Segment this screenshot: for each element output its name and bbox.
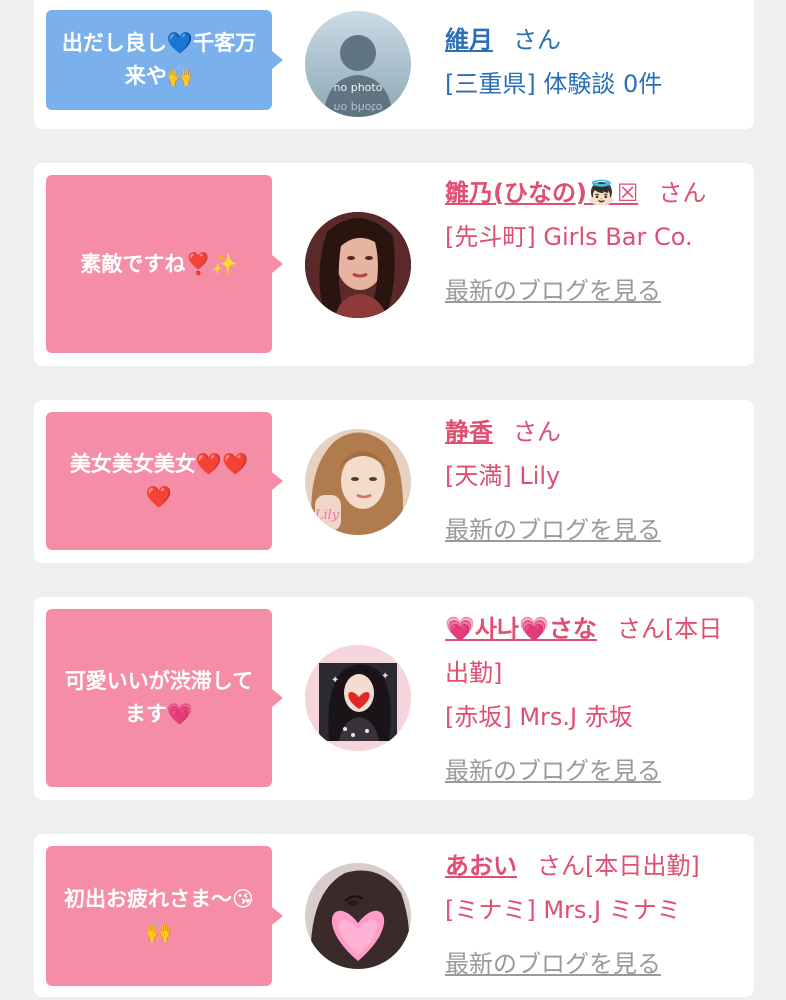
user-name-link[interactable]: あおい: [445, 852, 517, 880]
message-card: 美女美女美女❤️❤️❤️ Lily 静香 さん [天満] Lily 最新のブログを…: [34, 400, 754, 563]
user-info: 雛乃(ひなの)👼🏻☒ さん [先斗町] Girls Bar Co. 最新のブログを…: [445, 171, 741, 313]
user-info: 💗사나💗さな さん[本日出勤] [赤坂] Mrs.J 赤坂 最新のブログを見る: [445, 607, 741, 793]
svg-text:no photo: no photo: [334, 81, 383, 94]
shop-info: [三重県] 体験談 0件: [445, 70, 663, 98]
user-name-link[interactable]: 雛乃(ひなの)👼🏻☒: [445, 179, 638, 207]
latest-blog-link[interactable]: 最新のブログを見る: [445, 508, 661, 552]
avatar[interactable]: Lily: [305, 429, 411, 535]
message-text: 美女美女美女❤️❤️❤️: [69, 452, 249, 509]
no-photo-icon: no photo no photo: [305, 11, 411, 117]
shop-info: [赤坂] Mrs.J 赤坂: [445, 703, 633, 731]
message-text: 素敵ですね❣️✨: [80, 251, 238, 276]
user-name-link[interactable]: 静香: [445, 418, 493, 446]
latest-blog-link[interactable]: 最新のブログを見る: [445, 269, 661, 313]
message-text: 出だし良し💙千客万来や🙌: [61, 31, 257, 88]
message-text: 可愛いいが渋滞してます💗: [64, 669, 254, 726]
latest-blog-link[interactable]: 最新のブログを見る: [445, 942, 661, 986]
honorific: さん: [658, 179, 707, 207]
message-bubble: 素敵ですね❣️✨: [46, 175, 283, 353]
avatar[interactable]: [305, 212, 411, 318]
honorific: さん: [513, 26, 561, 54]
message-bubble: 美女美女美女❤️❤️❤️: [46, 412, 283, 550]
user-info: 維月 さん [三重県] 体験談 0件: [445, 18, 741, 106]
avatar[interactable]: [305, 863, 411, 969]
message-card: 素敵ですね❣️✨ 雛乃(ひなの)👼🏻☒ さん [先斗町] Girls Bar Co…: [34, 163, 754, 366]
svg-text:no photo: no photo: [334, 101, 383, 114]
user-name-link[interactable]: 💗사나💗さな: [445, 615, 597, 643]
shop-info: [ミナミ] Mrs.J ミナミ: [445, 896, 681, 924]
shop-info: [先斗町] Girls Bar Co.: [445, 223, 693, 251]
latest-blog-link[interactable]: 最新のブログを見る: [445, 749, 661, 793]
svg-text:✦: ✦: [381, 671, 389, 682]
profile-photo: ✦ ✦: [305, 645, 411, 751]
honorific: さん: [513, 418, 561, 446]
avatar[interactable]: ✦ ✦: [305, 645, 411, 751]
honorific: さん[本日出勤]: [537, 852, 700, 880]
user-info: 静香 さん [天満] Lily 最新のブログを見る: [445, 410, 741, 552]
profile-photo: Lily: [305, 429, 411, 535]
shop-info: [天満] Lily: [445, 462, 561, 490]
message-card: 初出お疲れさま〜😘🙌 あおい さん[本日出勤] [ミナミ] Mrs.J ミナミ 最…: [34, 834, 754, 997]
message-bubble: 初出お疲れさま〜😘🙌: [46, 846, 283, 986]
message-card: 出だし良し💙千客万来や🙌 no photo no photo 維月 さん [三重県…: [34, 0, 754, 129]
message-bubble: 出だし良し💙千客万来や🙌: [46, 10, 283, 110]
profile-photo: [305, 863, 411, 969]
message-card: 可愛いいが渋滞してます💗 ✦ ✦ 💗사나💗さな さん[本日出勤] [赤坂] Mrs…: [34, 597, 754, 800]
message-text: 初出お疲れさま〜😘🙌: [64, 887, 254, 944]
user-name-link[interactable]: 維月: [445, 26, 493, 54]
avatar[interactable]: no photo no photo: [305, 11, 411, 117]
user-info: あおい さん[本日出勤] [ミナミ] Mrs.J ミナミ 最新のブログを見る: [445, 844, 741, 986]
svg-text:Lily: Lily: [314, 508, 340, 523]
profile-photo: [305, 212, 411, 318]
message-bubble: 可愛いいが渋滞してます💗: [46, 609, 283, 787]
svg-text:✦: ✦: [331, 675, 339, 686]
